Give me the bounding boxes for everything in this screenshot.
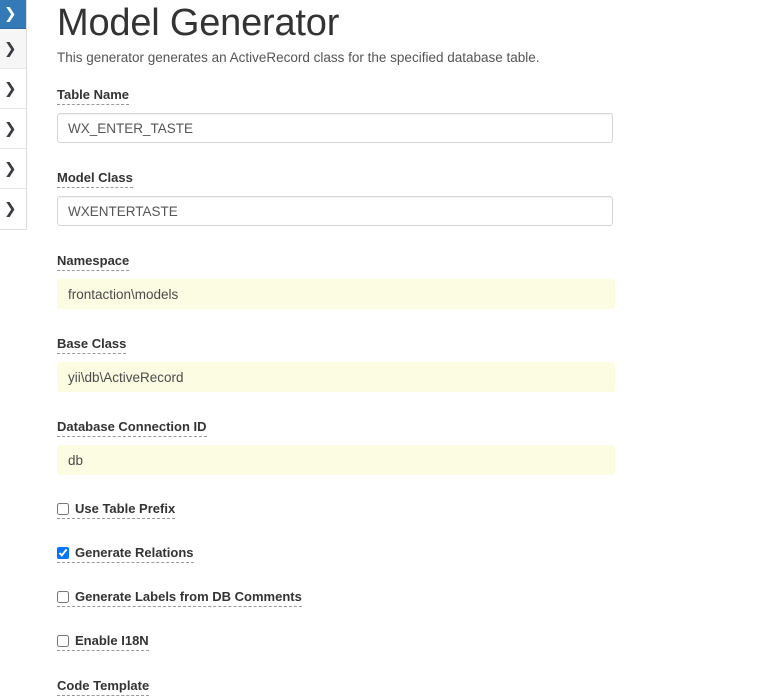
chevron-right-icon: ❯ bbox=[4, 79, 17, 97]
namespace-input[interactable] bbox=[57, 279, 615, 309]
sidebar-item-4[interactable]: ❯ bbox=[0, 109, 26, 149]
field-table-name: Table Name bbox=[57, 86, 747, 143]
main-content: Model Generator This generator generates… bbox=[57, 0, 747, 696]
field-db-connection-id: Database Connection ID bbox=[57, 418, 747, 475]
use-table-prefix-label[interactable]: Use Table Prefix bbox=[57, 501, 176, 519]
sidebar: ❯ ❯ ❯ ❯ ❯ ❯ bbox=[0, 0, 27, 230]
generate-labels-checkbox[interactable] bbox=[57, 591, 69, 603]
field-label: Database Connection ID bbox=[57, 419, 207, 437]
model-class-input[interactable] bbox=[57, 196, 613, 226]
chevron-right-icon: ❯ bbox=[4, 39, 17, 57]
db-connection-id-input[interactable] bbox=[57, 445, 615, 475]
chevron-right-icon: ❯ bbox=[4, 199, 17, 218]
checkbox-text: Generate Relations bbox=[75, 545, 194, 560]
base-class-input[interactable] bbox=[57, 362, 615, 392]
field-label: Table Name bbox=[57, 87, 130, 105]
sidebar-item-1[interactable]: ❯ bbox=[0, 0, 26, 29]
enable-i18n-label[interactable]: Enable I18N bbox=[57, 633, 149, 651]
sidebar-item-2[interactable]: ❯ bbox=[0, 29, 26, 69]
field-enable-i18n: Enable I18N bbox=[57, 633, 747, 651]
checkbox-text: Enable I18N bbox=[75, 633, 149, 648]
checkbox-text: Use Table Prefix bbox=[75, 501, 176, 516]
field-model-class: Model Class bbox=[57, 169, 747, 226]
field-label: Base Class bbox=[57, 336, 127, 354]
code-template-label: Code Template bbox=[57, 678, 150, 696]
chevron-right-icon: ❯ bbox=[4, 119, 17, 137]
checkbox-text: Generate Labels from DB Comments bbox=[75, 589, 302, 604]
generate-relations-label[interactable]: Generate Relations bbox=[57, 545, 194, 563]
sidebar-item-3[interactable]: ❯ bbox=[0, 69, 26, 109]
field-label: Namespace bbox=[57, 253, 130, 271]
field-use-table-prefix: Use Table Prefix bbox=[57, 501, 747, 519]
generate-labels-label[interactable]: Generate Labels from DB Comments bbox=[57, 589, 302, 607]
chevron-right-icon: ❯ bbox=[4, 4, 17, 23]
generate-relations-checkbox[interactable] bbox=[57, 547, 69, 559]
page-title: Model Generator bbox=[57, 2, 340, 44]
generator-page: ❯ ❯ ❯ ❯ ❯ ❯ Model Generator This generat… bbox=[0, 0, 759, 696]
table-name-input[interactable] bbox=[57, 113, 613, 143]
sidebar-item-6[interactable]: ❯ bbox=[0, 189, 26, 229]
sidebar-nav-list: ❯ ❯ ❯ ❯ ❯ ❯ bbox=[0, 0, 27, 230]
field-namespace: Namespace bbox=[57, 252, 747, 309]
chevron-right-icon: ❯ bbox=[4, 159, 17, 177]
use-table-prefix-checkbox[interactable] bbox=[57, 503, 69, 515]
page-description: This generator generates an ActiveRecord… bbox=[57, 50, 540, 65]
field-generate-labels: Generate Labels from DB Comments bbox=[57, 589, 747, 607]
field-code-template: Code Template bbox=[57, 677, 747, 696]
sidebar-item-5[interactable]: ❯ bbox=[0, 149, 26, 189]
enable-i18n-checkbox[interactable] bbox=[57, 635, 69, 647]
field-label: Model Class bbox=[57, 170, 133, 188]
field-base-class: Base Class bbox=[57, 335, 747, 392]
field-generate-relations: Generate Relations bbox=[57, 545, 747, 563]
